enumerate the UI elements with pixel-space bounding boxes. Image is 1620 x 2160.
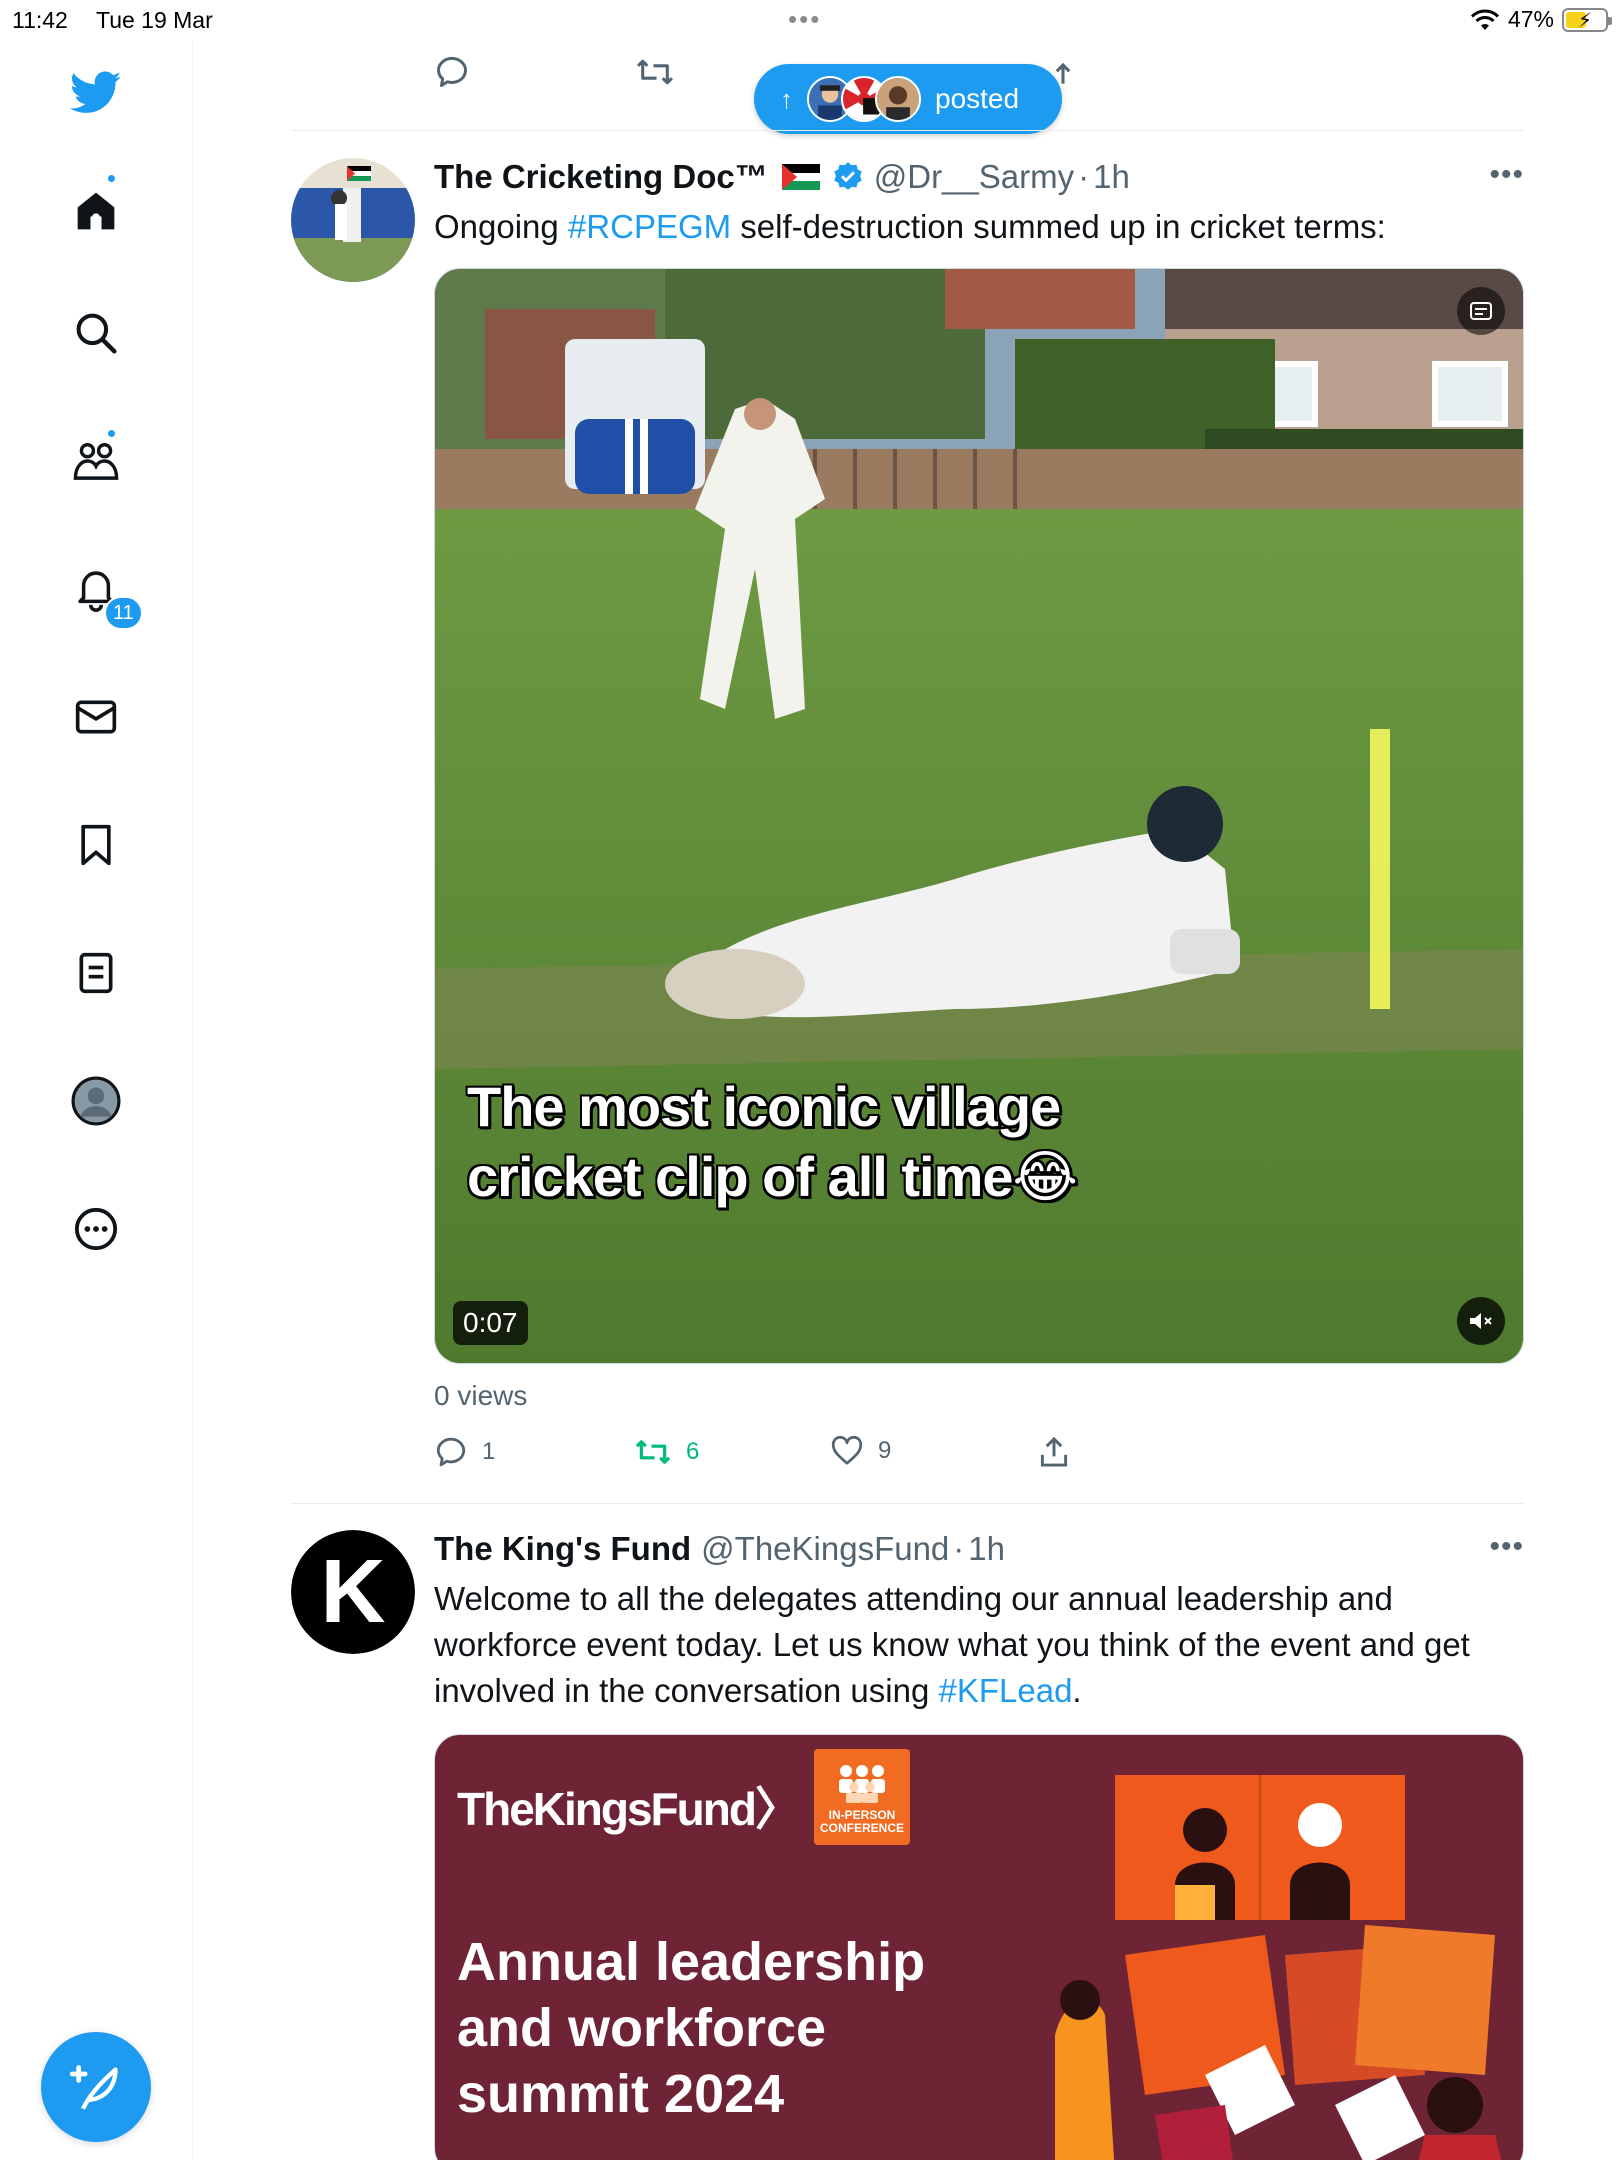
compose-feather-icon (70, 2065, 118, 2110)
repost-icon (635, 1440, 671, 1464)
repost-button[interactable]: 6 (634, 1436, 699, 1468)
notifications-badge: 11 (104, 596, 143, 630)
post-cricketing-doc[interactable]: The Cricketing Doc™ @Dr__Sarmy · 1h ••• … (291, 158, 1524, 1478)
palestine-flag-icon (781, 164, 820, 190)
in-person-conference-badge: IN-PERSON CONFERENCE (814, 1749, 910, 1845)
post-text: Welcome to all the delegates attending o… (434, 1580, 1470, 1709)
search-icon[interactable] (65, 302, 127, 364)
feed-divider (291, 1503, 1524, 1504)
post-time[interactable]: 1h (1093, 158, 1130, 196)
post-kings-fund[interactable]: K The King's Fund @TheKingsFund · 1h •••… (291, 1530, 1524, 2160)
post-more-button[interactable]: ••• (1489, 1530, 1524, 1564)
post-header: The King's Fund @TheKingsFund · 1h (434, 1530, 1006, 1568)
multitasking-dots[interactable]: ••• (788, 4, 821, 35)
video-caption-line1: The most iconic village (467, 1075, 1061, 1138)
author-avatar[interactable]: K (291, 1530, 415, 1654)
compose-post-button[interactable] (41, 2032, 151, 2142)
feed-divider (291, 130, 1524, 131)
author-name[interactable]: The Cricketing Doc™ (434, 158, 768, 196)
post-header: The Cricketing Doc™ @Dr__Sarmy · 1h (434, 158, 1130, 196)
post-time[interactable]: 1h (968, 1530, 1005, 1568)
arrow-up-icon: ↑ (780, 83, 793, 114)
author-handle[interactable]: @Dr__Sarmy (874, 158, 1074, 196)
share-icon[interactable] (1052, 62, 1074, 96)
share-icon (1040, 1436, 1068, 1467)
home-icon[interactable] (65, 180, 127, 242)
hashtag-link[interactable]: #KFLead (938, 1672, 1072, 1709)
post-text: Ongoing #RCPEGM self-destruction summed … (434, 208, 1386, 245)
author-handle[interactable]: @TheKingsFund (701, 1530, 949, 1568)
profile-avatar-icon[interactable] (65, 1070, 127, 1132)
reply-button[interactable]: 1 (434, 1436, 495, 1468)
messages-envelope-icon[interactable] (65, 686, 127, 748)
heart-icon (831, 1436, 863, 1465)
author-name[interactable]: The King's Fund (434, 1530, 691, 1568)
share-button[interactable] (1038, 1436, 1070, 1468)
more-options-icon[interactable] (65, 1198, 127, 1260)
new-posts-label: posted (935, 83, 1020, 114)
repost-count: 6 (686, 1438, 700, 1465)
status-right: 47% ⚡ (1470, 6, 1612, 33)
post-views: 0 views (434, 1380, 528, 1411)
mute-toggle-button[interactable] (1457, 1297, 1505, 1345)
post-video[interactable]: The most iconic village cricket clip of … (434, 268, 1524, 1364)
status-time: 11:42 (12, 7, 68, 33)
video-settings-icon[interactable] (1457, 287, 1505, 335)
battery-icon: ⚡ (1562, 7, 1612, 32)
lists-icon[interactable] (65, 942, 127, 1004)
communities-icon[interactable] (65, 430, 127, 492)
kings-fund-logo: TheKingsFund〉 (457, 1783, 801, 1835)
wifi-icon (1470, 9, 1500, 30)
status-date: Tue 19 Mar (96, 7, 213, 33)
post-actions: 1 6 9 (434, 1436, 1134, 1476)
summit-title: Annual leadership and workforce summit 2… (457, 1932, 926, 2124)
verified-badge-icon (834, 162, 862, 190)
illustration-people-puzzle (1055, 1775, 1502, 2160)
post-more-button[interactable]: ••• (1489, 158, 1524, 192)
reply-icon (436, 1437, 466, 1467)
like-count: 9 (878, 1437, 892, 1464)
repost-icon[interactable] (635, 55, 675, 89)
battery-percent: 47% (1507, 6, 1554, 32)
reply-count: 1 (482, 1438, 496, 1465)
author-avatar[interactable] (291, 158, 415, 282)
status-bar: 11:42 Tue 19 Mar ••• 47% ⚡ (0, 0, 1620, 40)
hashtag-link[interactable]: #RCPEGM (568, 208, 731, 245)
video-caption-line2: cricket clip of all time😂 (467, 1145, 1078, 1208)
post-image[interactable]: TheKingsFund〉 IN-PERSON CONFERENCE Annua… (434, 1734, 1524, 2160)
reply-icon[interactable] (434, 55, 470, 89)
pill-avatar-3 (875, 76, 921, 122)
new-posts-pill[interactable]: ↑ posted (754, 64, 1062, 134)
svg-text:K: K (321, 1542, 386, 1642)
sidebar-nav: 11 (0, 40, 193, 2160)
communities-unread-dot (106, 428, 117, 439)
twitter-logo-icon[interactable] (65, 62, 127, 124)
home-unread-dot (106, 173, 117, 184)
like-button[interactable]: 9 (830, 1436, 891, 1466)
people-group-icon (839, 1765, 885, 1803)
muted-speaker-icon (1470, 1313, 1492, 1329)
video-duration: 0:07 (453, 1301, 528, 1345)
bookmarks-icon[interactable] (65, 814, 127, 876)
